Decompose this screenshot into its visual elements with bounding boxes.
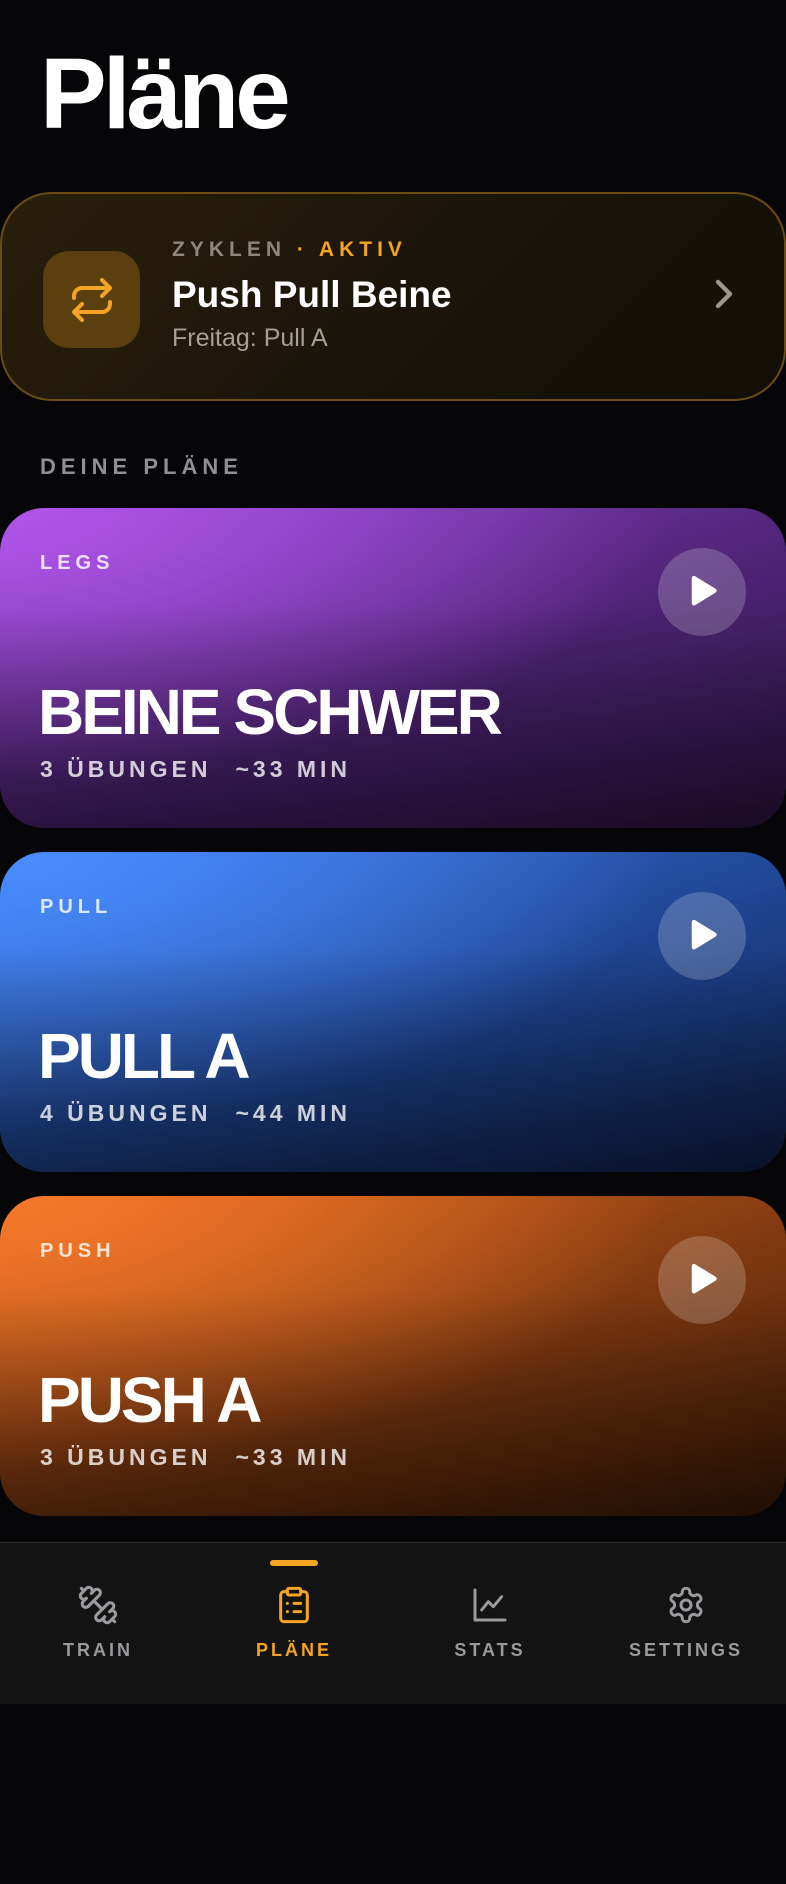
play-icon — [691, 1263, 717, 1294]
plan-exercise-count: 3 ÜBUNGEN — [40, 1444, 212, 1470]
play-icon — [691, 919, 717, 950]
plan-card-legs[interactable]: LEGS BEINE SCHWER 3 ÜBUNGEN ~33 MIN — [0, 508, 786, 828]
nav-item-settings[interactable]: SETTINGS — [588, 1543, 784, 1705]
play-button[interactable] — [658, 548, 746, 636]
nav-item-train[interactable]: TRAIN — [0, 1543, 196, 1705]
gear-icon — [666, 1584, 706, 1626]
cycle-icon-badge — [43, 251, 140, 348]
play-button[interactable] — [658, 892, 746, 980]
cycle-eyebrow: ZYKLEN · AKTIV — [172, 238, 407, 262]
plan-card-push[interactable]: PUSH PUSH A 3 ÜBUNGEN ~33 MIN — [0, 1196, 786, 1516]
nav-label-plaene: PLÄNE — [255, 1640, 332, 1660]
active-cycle-card[interactable]: ZYKLEN · AKTIV Push Pull Beine Freitag: … — [0, 192, 786, 401]
plan-exercise-count: 4 ÜBUNGEN — [40, 1100, 212, 1126]
chevron-right-icon — [715, 279, 733, 309]
plan-title: PULL A — [38, 1020, 251, 1092]
plan-tag: PULL — [40, 896, 113, 918]
play-button[interactable] — [658, 1236, 746, 1324]
cycle-subtitle: Freitag: Pull A — [172, 324, 328, 352]
plan-tag: PUSH — [40, 1240, 116, 1262]
chart-icon — [470, 1584, 510, 1626]
nav-item-stats[interactable]: STATS — [392, 1543, 588, 1705]
plan-duration: ~33 MIN — [235, 1444, 352, 1470]
clipboard-icon — [274, 1584, 314, 1626]
nav-label-settings: SETTINGS — [628, 1640, 743, 1660]
cycle-eyebrow-label: ZYKLEN — [172, 238, 286, 261]
repeat-icon — [71, 277, 112, 322]
plan-meta: 3 ÜBUNGEN ~33 MIN — [40, 1444, 351, 1471]
plan-exercise-count: 3 ÜBUNGEN — [40, 756, 212, 782]
cycle-status: AKTIV — [318, 238, 407, 261]
dumbbell-icon — [77, 1584, 119, 1626]
plan-title: BEINE SCHWER — [38, 676, 503, 748]
plan-tag: LEGS — [40, 552, 115, 574]
nav-label-train: TRAIN — [63, 1640, 133, 1660]
cycle-title: Push Pull Beine — [172, 274, 452, 315]
plan-meta: 3 ÜBUNGEN ~33 MIN — [40, 756, 351, 783]
plan-meta: 4 ÜBUNGEN ~44 MIN — [40, 1100, 351, 1127]
nav-label-stats: STATS — [454, 1640, 526, 1660]
cycle-eyebrow-separator: · — [296, 238, 309, 261]
page-title: Pläne — [40, 38, 291, 150]
play-icon — [691, 575, 717, 606]
plan-title: PUSH A — [38, 1364, 262, 1436]
plan-duration: ~44 MIN — [235, 1100, 352, 1126]
nav-item-plaene[interactable]: PLÄNE — [196, 1543, 392, 1705]
bottom-nav: TRAIN PLÄNE STATS SETTINGS — [0, 1542, 786, 1704]
plan-card-pull[interactable]: PULL PULL A 4 ÜBUNGEN ~44 MIN — [0, 852, 786, 1172]
plan-duration: ~33 MIN — [235, 756, 352, 782]
active-tab-indicator — [270, 1560, 318, 1566]
plans-screen: Pläne ZYKLEN · AKTIV Push Pull Beine Fre… — [0, 0, 786, 1884]
section-label: DEINE PLÄNE — [40, 454, 243, 479]
